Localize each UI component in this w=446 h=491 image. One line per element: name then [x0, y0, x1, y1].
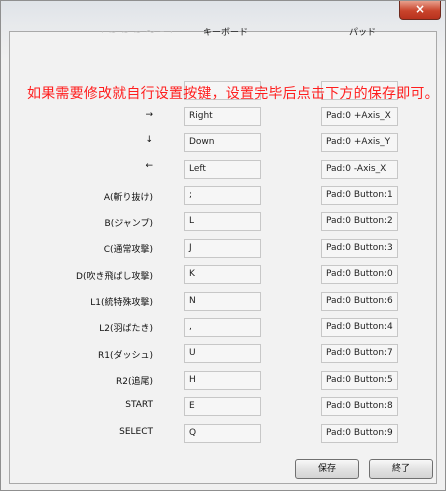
row-label-down: ↓ [145, 135, 153, 145]
header-faded-text: · ~ ~ ~ ～ ｰ ･ [101, 28, 175, 38]
keyboard-field-start[interactable]: E [184, 397, 261, 416]
pad-field-c[interactable]: Pad:0 Button:3 [321, 239, 398, 258]
row-label-right: → [145, 110, 153, 120]
row-label-r1: R1(ダッシュ) [97, 351, 153, 361]
pad-field-down[interactable]: Pad:0 +Axis_Y [321, 133, 398, 152]
title-bar: × [1, 1, 445, 23]
row-label-select: SELECT [119, 427, 153, 437]
pad-field-l1[interactable]: Pad:0 Button:6 [321, 292, 398, 311]
close-button[interactable]: × [399, 1, 441, 20]
row-label-a: A(斬り抜け) [103, 193, 153, 203]
keyboard-field-left[interactable]: Left [184, 160, 261, 179]
pad-field-b[interactable]: Pad:0 Button:2 [321, 212, 398, 231]
pad-field-l2[interactable]: Pad:0 Button:4 [321, 318, 398, 337]
row-label-l2: L2(羽ばたき) [99, 324, 153, 334]
keyboard-field-r1[interactable]: U [184, 344, 261, 363]
row-label-left: ← [145, 161, 153, 171]
row-label-b: B(ジャンプ) [104, 219, 153, 229]
keyboard-field-r2[interactable]: H [184, 371, 261, 390]
pad-field-left[interactable]: Pad:0 -Axis_X [321, 160, 398, 179]
pad-field-select[interactable]: Pad:0 Button:9 [321, 424, 398, 443]
save-button[interactable]: 保存 [295, 459, 359, 479]
keyboard-column-header: キーボード [203, 28, 249, 38]
keyboard-field-right[interactable]: Right [184, 107, 261, 126]
row-label-c: C(通常攻撃) [103, 245, 153, 255]
instruction-overlay-text: 如果需要修改就自行设置按键，设置完毕后点击下方的保存即可。 [27, 86, 439, 102]
keyboard-field-a[interactable]: ; [184, 186, 261, 205]
pad-field-d[interactable]: Pad:0 Button:0 [321, 265, 398, 284]
pad-field-r2[interactable]: Pad:0 Button:5 [321, 371, 398, 390]
config-window: × · ~ ~ ~ ～ ｰ ･ キーボード パッド → Right Pad:0 … [0, 0, 446, 491]
keyboard-field-l1[interactable]: N [184, 292, 261, 311]
row-label-start: START [125, 400, 153, 410]
keyboard-field-c[interactable]: J [184, 239, 261, 258]
exit-button[interactable]: 終了 [369, 459, 433, 479]
keyboard-field-select[interactable]: Q [184, 424, 261, 443]
keyboard-field-l2[interactable]: , [184, 318, 261, 337]
keyboard-field-down[interactable]: Down [184, 133, 261, 152]
row-label-l1: L1(統特殊攻撃) [90, 298, 153, 308]
close-icon: × [414, 2, 426, 16]
pad-column-header: パッド [349, 28, 377, 38]
pad-field-start[interactable]: Pad:0 Button:8 [321, 397, 398, 416]
pad-field-right[interactable]: Pad:0 +Axis_X [321, 107, 398, 126]
row-label-d: D(吹き飛ばし攻撃) [76, 272, 153, 282]
keyboard-field-d[interactable]: K [184, 265, 261, 284]
keyboard-field-b[interactable]: L [184, 212, 261, 231]
pad-field-r1[interactable]: Pad:0 Button:7 [321, 344, 398, 363]
pad-field-a[interactable]: Pad:0 Button:1 [321, 186, 398, 205]
row-label-r2: R2(追尾) [115, 377, 153, 387]
